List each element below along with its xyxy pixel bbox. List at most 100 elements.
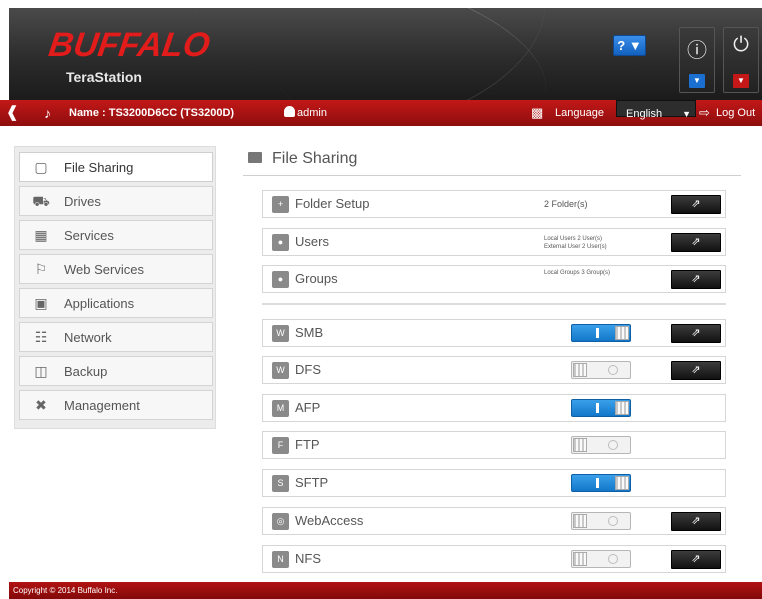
sidebar-item-applications[interactable]: ▣ Applications — [19, 288, 213, 318]
sidebar: ▢ File Sharing ⛟ Drives ▦ Services ⚐ Web… — [14, 146, 216, 429]
dfs-icon: W — [272, 362, 289, 379]
language-icon: ▩ — [531, 105, 544, 120]
open-settings-button[interactable]: ⇗ — [671, 361, 721, 380]
service-row-ftp: F FTP — [262, 431, 726, 459]
divider — [262, 303, 726, 305]
sidebar-item-web-services[interactable]: ⚐ Web Services — [19, 254, 213, 284]
power-dropdown-icon[interactable]: ▼ — [733, 74, 749, 88]
service-row-dfs: W DFS ⇗ — [262, 356, 726, 384]
logout-icon[interactable]: ⇨ — [699, 100, 710, 126]
language-select[interactable]: English ▼ — [616, 100, 696, 120]
group-count: Local Groups 3 Group(s) — [544, 270, 611, 276]
sidebar-item-label: Applications — [64, 296, 135, 311]
sftp-icon: S — [272, 475, 289, 492]
service-row-sftp: S SFTP — [262, 469, 726, 497]
page-title: File Sharing — [248, 150, 357, 168]
language-value: English — [626, 108, 663, 120]
sidebar-item-label: Services — [64, 228, 114, 243]
info-icon: ⓘ — [687, 40, 707, 62]
webaccess-toggle[interactable] — [571, 512, 631, 530]
music-icon[interactable]: ♪ — [44, 100, 51, 126]
smb-icon: W — [272, 325, 289, 342]
applications-icon: ▣ — [34, 295, 48, 311]
power-icon: ⏻ — [733, 34, 749, 56]
service-row-afp: M AFP — [262, 394, 726, 422]
external-users-count: External User 2 User(s) — [544, 244, 607, 250]
user-count: Local Users 2 User(s) External User 2 Use… — [544, 235, 607, 251]
open-settings-button[interactable]: ⇗ — [671, 233, 721, 252]
sidebar-item-label: Backup — [64, 364, 108, 379]
sidebar-item-network[interactable]: ☷ Network — [19, 322, 213, 352]
open-settings-button[interactable]: ⇗ — [671, 512, 721, 531]
network-icon: ☷ — [34, 329, 48, 345]
sidebar-item-label: Management — [64, 398, 140, 413]
logout-link[interactable]: Log Out — [716, 100, 755, 126]
divider — [243, 175, 741, 176]
row-label: NFS — [295, 551, 321, 566]
row-label: SFTP — [295, 475, 329, 490]
chevron-down-icon: ▼ — [682, 109, 691, 119]
backup-icon: ◫ — [34, 363, 48, 379]
service-row-webaccess: ◎ WebAccess ⇗ — [262, 507, 726, 535]
user-icon: ● — [272, 234, 289, 251]
webaccess-icon: ◎ — [272, 513, 289, 530]
service-row-smb: W SMB ⇗ — [262, 319, 726, 347]
row-label: Users — [295, 234, 329, 249]
smb-toggle[interactable] — [571, 324, 631, 342]
nfs-icon: N — [272, 551, 289, 568]
management-icon: ✖ — [35, 397, 47, 413]
open-settings-button[interactable]: ⇗ — [671, 550, 721, 569]
services-icon: ▦ — [34, 227, 48, 243]
afp-toggle[interactable] — [571, 399, 631, 417]
sidebar-item-label: Network — [64, 330, 112, 345]
dfs-toggle[interactable] — [571, 361, 631, 379]
page-title-text: File Sharing — [272, 150, 358, 167]
ftp-icon: F — [272, 437, 289, 454]
product-name: TeraStation — [66, 69, 142, 85]
open-settings-button[interactable]: ⇗ — [671, 195, 721, 214]
brand-logo: BUFFALO — [46, 26, 213, 64]
sidebar-item-label: File Sharing — [64, 160, 134, 175]
user-name: admin — [297, 107, 327, 119]
drive-icon: ⛟ — [32, 193, 50, 209]
nfs-toggle[interactable] — [571, 550, 631, 568]
open-settings-button[interactable]: ⇗ — [671, 324, 721, 343]
sidebar-item-drives[interactable]: ⛟ Drives — [19, 186, 213, 216]
row-label: AFP — [295, 400, 321, 415]
sidebar-item-backup[interactable]: ◫ Backup — [19, 356, 213, 386]
sidebar-item-file-sharing[interactable]: ▢ File Sharing — [19, 152, 213, 182]
sidebar-item-label: Drives — [64, 194, 101, 209]
ftp-toggle[interactable] — [571, 436, 631, 454]
sidebar-item-services[interactable]: ▦ Services — [19, 220, 213, 250]
help-button[interactable]: ? ▼ — [613, 35, 646, 56]
back-icon[interactable]: ❰ — [6, 100, 19, 126]
groups-row: ● Groups Local Groups 3 Group(s) ⇗ — [262, 265, 726, 293]
footer: Copyright © 2014 Buffalo Inc. — [9, 582, 762, 599]
folder-setup-row: + Folder Setup 2 Folder(s) ⇗ — [262, 190, 726, 218]
row-label: FTP — [295, 437, 320, 452]
open-settings-button[interactable]: ⇗ — [671, 270, 721, 289]
folder-count: 2 Folder(s) — [544, 199, 588, 209]
info-dropdown-icon[interactable]: ▼ — [689, 74, 705, 88]
local-users-count: Local Users 2 User(s) — [544, 236, 603, 242]
service-row-nfs: N NFS ⇗ — [262, 545, 726, 573]
afp-icon: M — [272, 400, 289, 417]
app-header: BUFFALO TeraStation ? ▼ ⓘ ▼ ⏻ ▼ — [9, 8, 762, 100]
folder-icon: ▢ — [34, 159, 48, 175]
group-icon: ● — [272, 271, 289, 288]
sidebar-item-management[interactable]: ✖ Management — [19, 390, 213, 420]
power-button[interactable]: ⏻ ▼ — [723, 27, 759, 93]
row-label: SMB — [295, 325, 324, 340]
copyright-text: Copyright © 2014 Buffalo Inc. — [13, 586, 118, 595]
sidebar-item-label: Web Services — [64, 262, 144, 277]
sftp-toggle[interactable] — [571, 474, 631, 492]
folder-setup-icon: + — [272, 196, 289, 213]
language-label: Language — [555, 107, 604, 119]
device-name: Name : TS3200D6CC (TS3200D) — [69, 107, 235, 119]
info-button[interactable]: ⓘ ▼ — [679, 27, 715, 93]
users-row: ● Users Local Users 2 User(s) External Us… — [262, 228, 726, 256]
row-label: DFS — [295, 362, 321, 377]
row-label: WebAccess — [295, 513, 364, 528]
user-label: admin — [284, 100, 327, 126]
folder-icon — [248, 152, 262, 163]
